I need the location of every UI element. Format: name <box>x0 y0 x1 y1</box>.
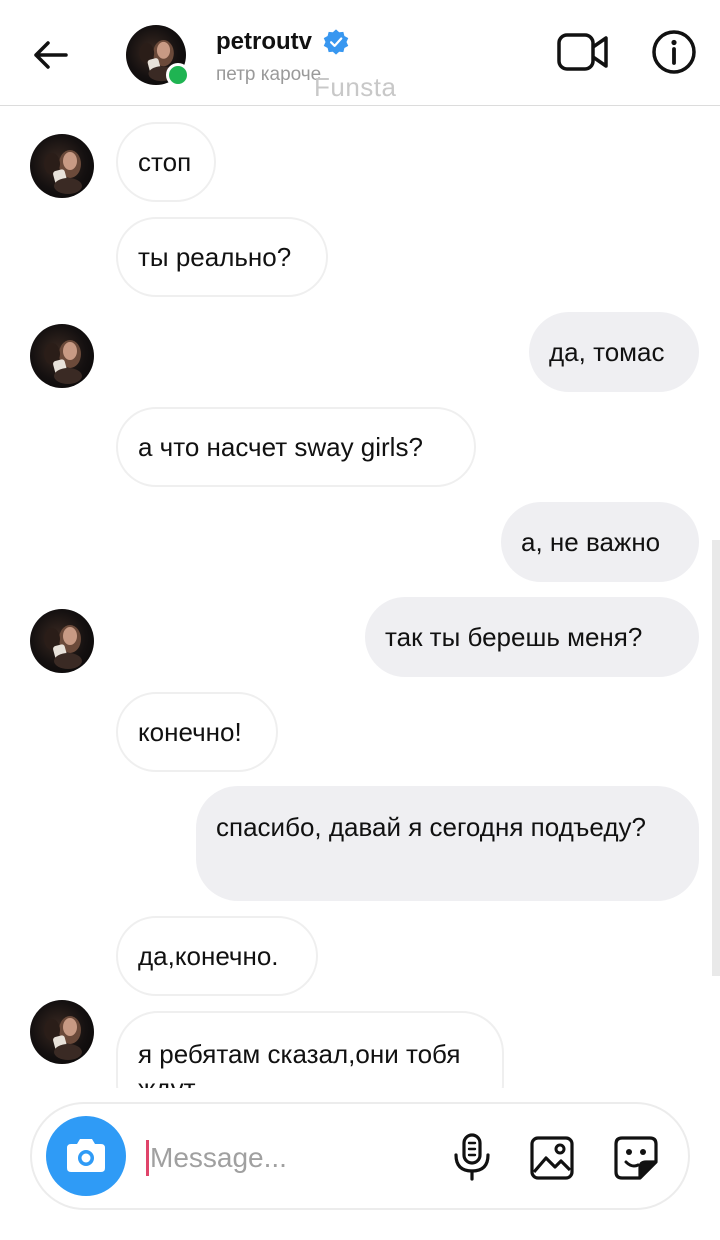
video-call-icon <box>557 33 608 71</box>
outgoing-message-bubble[interactable]: да, томас <box>529 312 699 392</box>
gallery-button[interactable] <box>528 1134 576 1182</box>
verified-badge-icon <box>323 29 349 55</box>
message-thread[interactable]: стоп ты реально? да, томас а что насчет swa… <box>0 106 720 1088</box>
incoming-message-bubble[interactable]: а что насчет sway girls? <box>116 407 476 487</box>
message-composer <box>30 1102 690 1210</box>
sender-avatar[interactable] <box>30 1000 94 1064</box>
voice-message-button[interactable] <box>450 1132 494 1182</box>
sticker-button[interactable] <box>612 1134 660 1182</box>
incoming-message-bubble[interactable]: стоп <box>116 122 216 202</box>
microphone-icon <box>454 1133 490 1181</box>
camera-icon <box>67 1139 105 1172</box>
incoming-message-bubble[interactable]: ты реально? <box>116 217 328 297</box>
chat-header: petroutv петр кароче Funsta <box>0 0 720 106</box>
contact-full-name: петр кароче <box>216 64 322 85</box>
text-caret <box>146 1140 149 1176</box>
incoming-message-bubble[interactable]: я ребятам сказал,они тобя ждут <box>116 1011 504 1088</box>
sender-avatar[interactable] <box>30 324 94 388</box>
incoming-message-bubble[interactable]: да,конечно. <box>116 916 318 996</box>
sender-avatar[interactable] <box>30 609 94 673</box>
outgoing-message-bubble[interactable]: спасибо, давай я сегодня подъеду? <box>196 786 699 901</box>
message-input[interactable] <box>150 1132 430 1184</box>
info-button[interactable] <box>650 28 698 76</box>
incoming-message-bubble[interactable]: конечно! <box>116 692 278 772</box>
scrollbar[interactable] <box>712 540 720 976</box>
contact-avatar[interactable] <box>126 25 190 87</box>
video-call-button[interactable] <box>556 30 610 74</box>
sender-avatar[interactable] <box>30 134 94 198</box>
outgoing-message-bubble[interactable]: а, не важно <box>501 502 699 582</box>
back-button[interactable] <box>28 30 72 80</box>
watermark-text: Funsta <box>314 72 397 102</box>
contact-username[interactable]: petroutv <box>216 28 312 56</box>
camera-button[interactable] <box>46 1116 126 1196</box>
online-status-dot <box>166 63 190 87</box>
sticker-icon <box>614 1136 658 1180</box>
info-icon <box>652 30 696 74</box>
back-arrow-icon <box>34 41 68 69</box>
gallery-icon <box>530 1136 574 1180</box>
outgoing-message-bubble[interactable]: так ты берешь меня? <box>365 597 699 677</box>
